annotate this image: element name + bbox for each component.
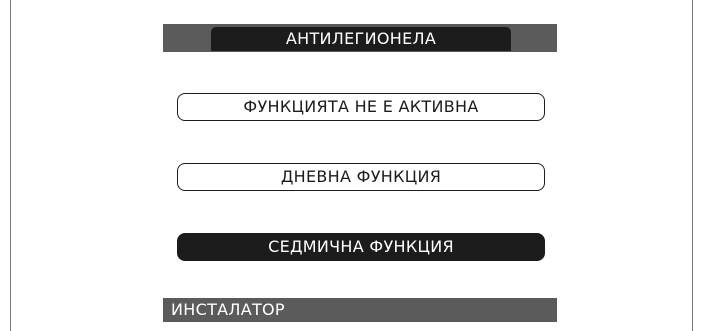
device-screen: АНТИЛЕГИОНЕЛА ФУНКЦИЯТА НЕ Е АКТИВНА ДНЕ… [163,24,557,322]
option-function-inactive-button[interactable]: ФУНКЦИЯТА НЕ Е АКТИВНА [177,93,545,121]
page-border-left [10,0,11,331]
option-weekly-function-button[interactable]: СЕДМИЧНА ФУНКЦИЯ [177,233,545,261]
footer-installer-label: ИНСТАЛАТОР [163,298,557,322]
option-daily-function-button[interactable]: ДНЕВНА ФУНКЦИЯ [177,163,545,191]
page-border-right [692,0,693,331]
header-bar: АНТИЛЕГИОНЕЛА [163,24,557,52]
screen-title: АНТИЛЕГИОНЕЛА [211,27,511,51]
